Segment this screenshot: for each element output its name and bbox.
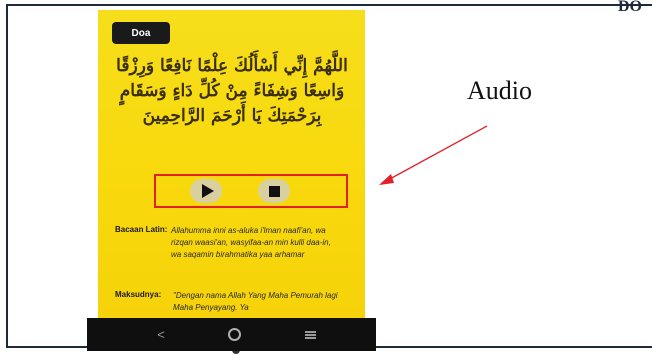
annotation-arrow [379, 125, 488, 185]
arrow-line [387, 125, 488, 181]
arrow-head [379, 174, 394, 185]
